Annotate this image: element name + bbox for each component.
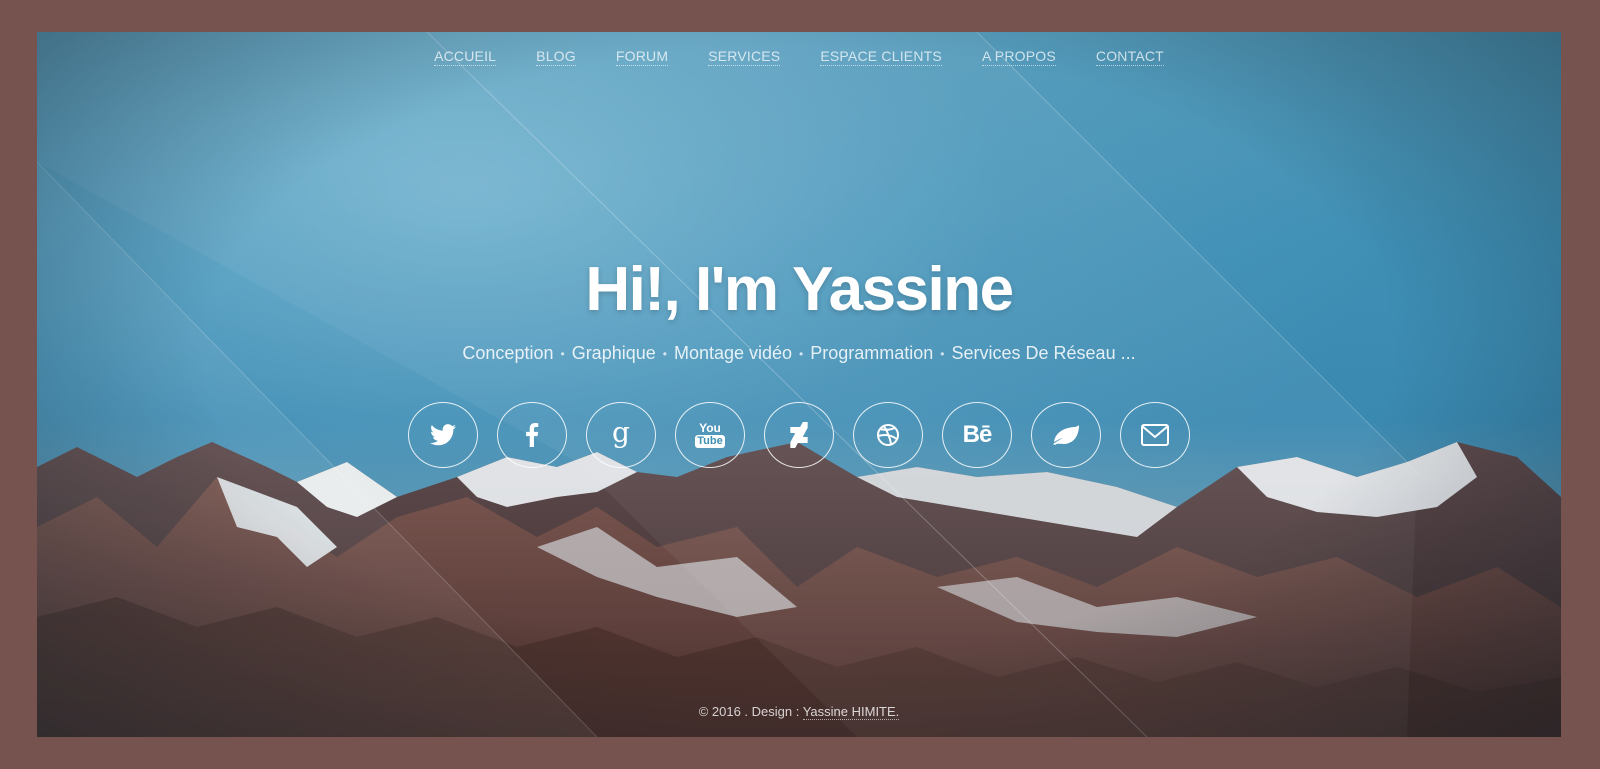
youtube-button[interactable]: You Tube [675, 402, 745, 468]
skill-separator: • [799, 346, 804, 361]
nav-item-forum[interactable]: FORUM [615, 48, 669, 66]
skill-separator: • [940, 346, 945, 361]
hero-background: ACCUEIL BLOG FORUM SERVICES ESPACE CLIEN… [37, 32, 1561, 737]
footer: © 2016 . Design : Yassine HIMITE. [37, 704, 1561, 720]
deviantart-button[interactable] [764, 402, 834, 468]
email-icon [1141, 424, 1169, 446]
facebook-button[interactable] [497, 402, 567, 468]
twitter-button[interactable] [408, 402, 478, 468]
leaf-button[interactable] [1031, 402, 1101, 468]
behance-icon: Bē [962, 421, 993, 448]
skill-separator: • [560, 346, 565, 361]
dribbble-button[interactable] [853, 402, 923, 468]
youtube-icon-top: You [699, 421, 721, 435]
dribbble-icon [877, 424, 899, 446]
nav-item-espace-clients[interactable]: ESPACE CLIENTS [820, 48, 942, 66]
nav-item-accueil[interactable]: ACCUEIL [434, 48, 497, 66]
google-button[interactable]: g [586, 402, 656, 468]
behance-button[interactable]: Bē [942, 402, 1012, 468]
email-button[interactable] [1120, 402, 1190, 468]
nav-item-contact[interactable]: CONTACT [1095, 48, 1164, 66]
youtube-icon: You Tube [695, 421, 725, 448]
leaf-icon [1053, 425, 1079, 445]
nav-item-services[interactable]: SERVICES [708, 48, 781, 66]
copyright-text: © 2016 . Design : [698, 704, 803, 719]
skill-item: Conception [462, 343, 554, 363]
youtube-icon-bottom: Tube [695, 435, 725, 448]
skill-item: Graphique [571, 343, 656, 363]
google-icon: g [612, 416, 630, 449]
hero-section: Hi!, I'm Yassine Conception • Graphique … [37, 254, 1561, 364]
author-link[interactable]: Yassine HIMITE. [802, 704, 900, 720]
twitter-icon [430, 424, 456, 446]
main-nav: ACCUEIL BLOG FORUM SERVICES ESPACE CLIEN… [37, 48, 1561, 66]
deviantart-icon [790, 422, 808, 448]
diagonal-overlay [37, 32, 1428, 737]
social-links: g You Tube Bē [37, 402, 1561, 468]
skill-separator: • [662, 346, 667, 361]
hero-title: Hi!, I'm Yassine [585, 255, 1014, 324]
skills-list: Conception • Graphique • Montage vidéo •… [37, 343, 1561, 364]
nav-item-blog[interactable]: BLOG [536, 48, 576, 66]
skill-item: Services De Réseau ... [951, 343, 1136, 363]
skill-item: Montage vidéo [673, 343, 793, 363]
nav-item-a-propos[interactable]: A PROPOS [981, 48, 1056, 66]
skill-item: Programmation [810, 343, 934, 363]
facebook-icon [526, 423, 539, 447]
